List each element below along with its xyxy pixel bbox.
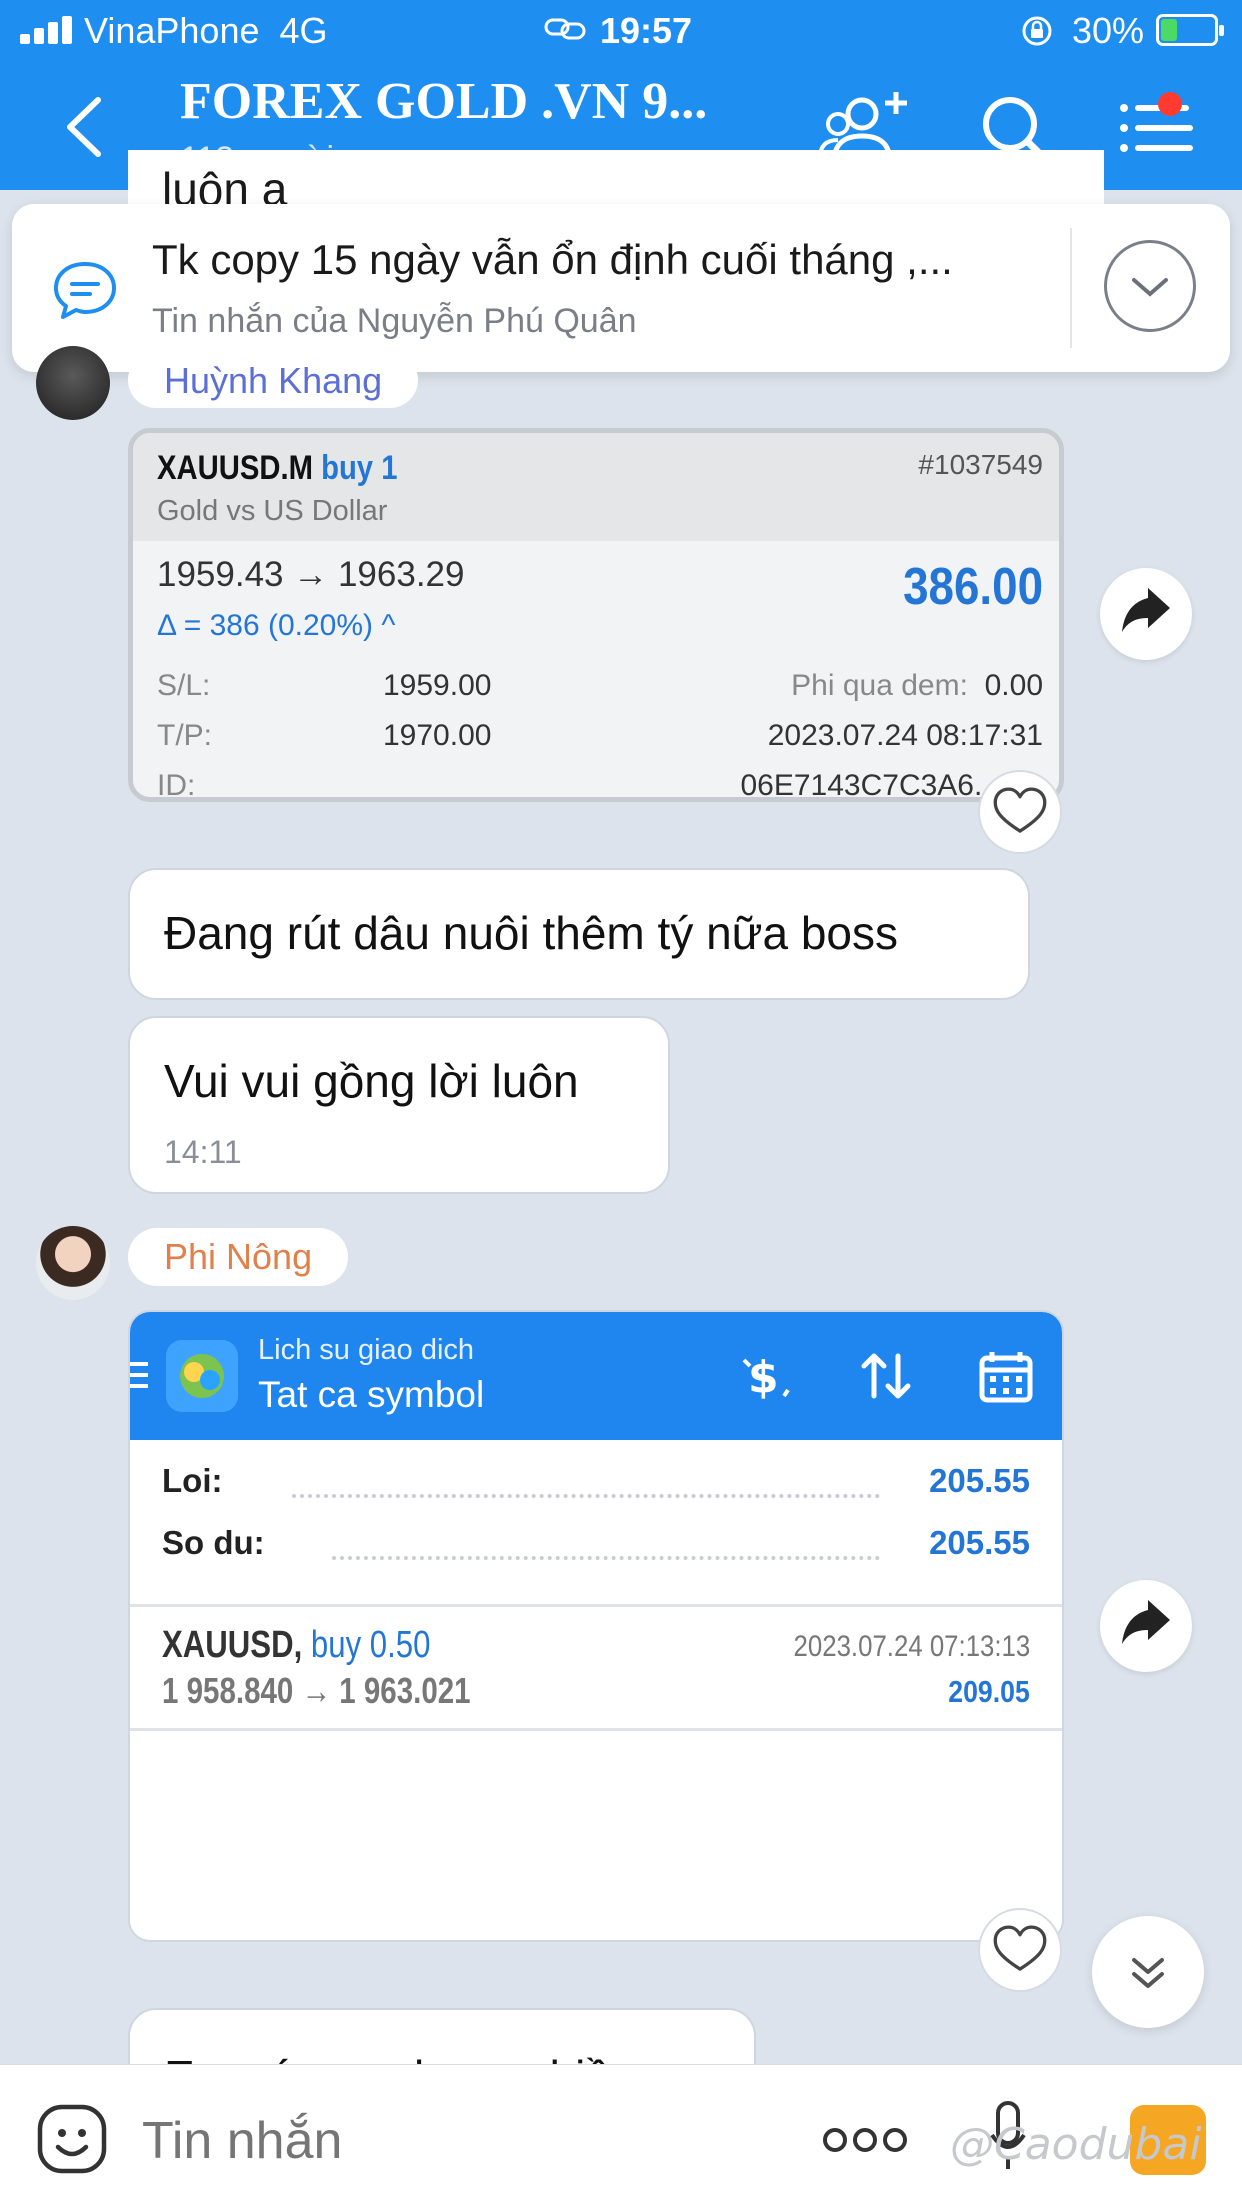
history-title: Lich su giao dich xyxy=(258,1334,475,1366)
trade-ticket: #1037549 xyxy=(918,449,1043,480)
trade-delta: Δ = 386 (0.20%) ^ xyxy=(157,609,396,642)
status-bar: VinaPhone 4G 19:57 30% xyxy=(0,0,1242,62)
like-button[interactable] xyxy=(978,770,1062,854)
pinned-text: Tk copy 15 ngày vẫn ổn định cuối tháng ,… xyxy=(152,236,953,283)
partial-top-bubble: luôn ạ xyxy=(128,150,1104,210)
battery-icon xyxy=(1156,14,1224,46)
sender-name[interactable]: Phi Nông xyxy=(128,1228,349,1286)
sl-value: 1959.00 xyxy=(383,669,492,702)
watermark: @Caodubai xyxy=(950,2119,1202,2170)
swap-row: Phi qua dem: 0.00 xyxy=(791,669,1043,702)
pinned-message[interactable]: Tk copy 15 ngày vẫn ổn định cuối tháng ,… xyxy=(12,204,1230,372)
divider xyxy=(130,1728,1062,1731)
id-value: 06E7143C7C3A6... xyxy=(740,769,999,802)
share-button[interactable] xyxy=(1100,568,1192,660)
trade-description: Gold vs US Dollar xyxy=(157,495,388,527)
divider xyxy=(1070,228,1072,348)
sl-label: S/L: xyxy=(157,669,211,702)
trade-prices: 1959.43 → 1963.29 xyxy=(157,555,465,594)
tp-value: 1970.00 xyxy=(383,719,492,752)
link-icon xyxy=(544,18,586,40)
trade-date: 2023.07.24 08:17:31 xyxy=(767,719,1043,752)
trade-screenshot-2[interactable]: Lich su giao dich Tat ca symbol $ Loi: 2… xyxy=(128,1310,1064,1942)
share-icon xyxy=(1122,1600,1170,1644)
back-icon[interactable] xyxy=(60,92,110,162)
share-icon xyxy=(1122,588,1170,632)
chevron-down-icon xyxy=(1132,278,1168,297)
emoji-icon[interactable] xyxy=(36,2103,108,2175)
trade-symbol: XAUUSD.M buy 1 xyxy=(157,449,398,487)
heart-icon xyxy=(993,787,1047,833)
history-filter: Tat ca symbol xyxy=(258,1374,485,1415)
message-input[interactable] xyxy=(142,2111,742,2171)
message-text: Đang rút dâu nuôi thêm tý nữa boss xyxy=(164,907,899,959)
avatar[interactable] xyxy=(36,1226,110,1300)
profit-row: Loi: 205.55 xyxy=(162,1462,1030,1499)
pinned-sender: Tin nhắn của Nguyễn Phú Quân xyxy=(152,302,637,340)
battery-percent: 30% xyxy=(1072,10,1145,51)
avatar[interactable] xyxy=(36,346,110,420)
signal-icon xyxy=(20,14,76,44)
message-time: 14:11 xyxy=(164,1134,242,1170)
composer: @Caodubai xyxy=(0,2064,1242,2208)
trade-screenshot-1[interactable]: XAUUSD.M buy 1 #1037549 Gold vs US Dolla… xyxy=(128,428,1064,802)
chat-bubble-icon xyxy=(54,262,116,319)
scroll-to-bottom-button[interactable] xyxy=(1092,1916,1204,2028)
group-title[interactable]: FOREX GOLD .VN 9... xyxy=(180,72,750,131)
trade-profit: 209.05 xyxy=(948,1674,1030,1709)
rotation-lock-icon xyxy=(1022,16,1052,46)
calendar-icon xyxy=(979,1352,1033,1403)
share-button[interactable] xyxy=(1100,1580,1192,1672)
divider xyxy=(130,1604,1062,1607)
id-label: ID: xyxy=(157,769,196,802)
message-text: Vui vui gồng lời luôn xyxy=(164,1055,579,1107)
double-chevron-down-icon xyxy=(1132,1958,1164,1988)
expand-pinned-button[interactable] xyxy=(1104,240,1196,332)
tp-label: T/P: xyxy=(157,719,213,752)
app-icon xyxy=(166,1340,238,1412)
trade-profit: 386.00 xyxy=(903,558,1043,616)
trade-history-header: Lich su giao dich Tat ca symbol $ xyxy=(130,1312,1062,1440)
carrier-label: VinaPhone 4G xyxy=(84,10,328,51)
hamburger-icon xyxy=(130,1362,148,1388)
balance-row: So du: 205.55 xyxy=(162,1524,1030,1561)
svg-text:$: $ xyxy=(748,1352,779,1403)
more-icon[interactable] xyxy=(820,2125,910,2155)
menu-icon[interactable] xyxy=(1112,84,1212,174)
trade-date: 2023.07.24 07:13:13 xyxy=(793,1630,1030,1663)
dollar-icon: $ xyxy=(742,1352,790,1403)
trade-symbol: XAUUSD, buy 0.50 xyxy=(162,1624,431,1666)
heart-icon xyxy=(993,1925,1047,1971)
message-bubble[interactable]: Vui vui gồng lời luôn 14:11 xyxy=(128,1016,670,1194)
clock: 19:57 xyxy=(600,10,693,51)
like-button[interactable] xyxy=(978,1908,1062,1992)
sort-icon xyxy=(861,1353,911,1399)
message-bubble[interactable]: Đang rút dâu nuôi thêm tý nữa boss xyxy=(128,868,1030,1000)
trade-prices: 1 958.840 → 1 963.021 xyxy=(162,1670,471,1711)
